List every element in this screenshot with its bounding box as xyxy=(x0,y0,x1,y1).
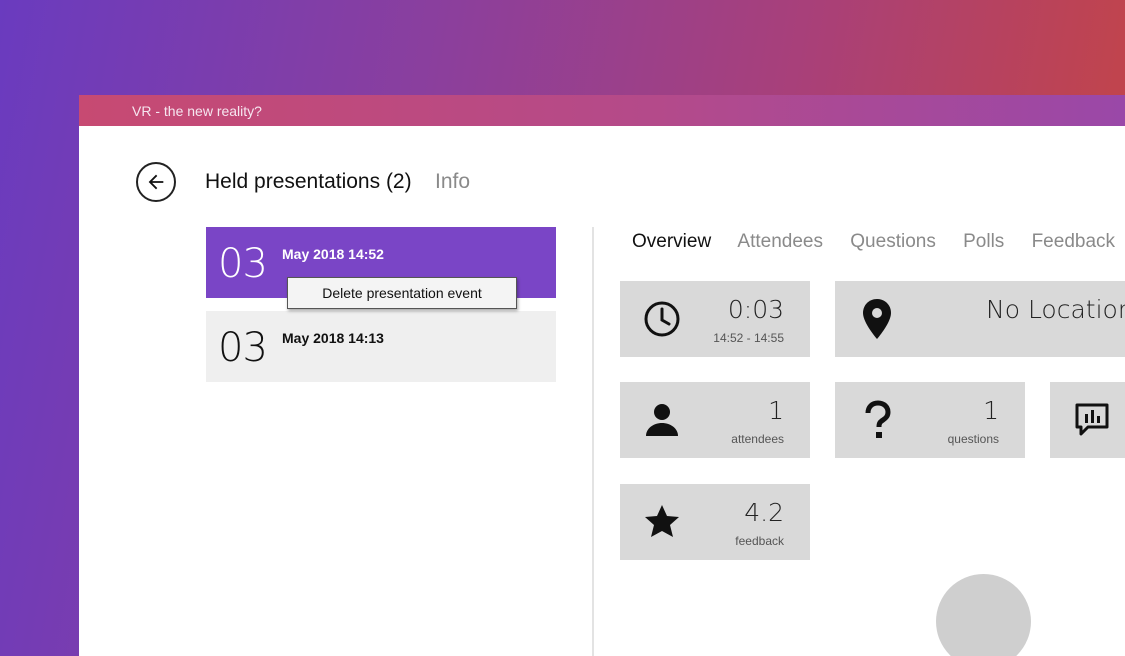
list-item[interactable]: 03 May 2018 14:13 xyxy=(206,311,556,382)
poll-chat-icon xyxy=(1075,403,1109,436)
attendees-tile[interactable]: 1 attendees xyxy=(620,382,810,458)
attendees-value: 1 xyxy=(768,396,784,425)
feedback-value: 4.2 xyxy=(744,498,784,527)
list-item-datetime: May 2018 14:13 xyxy=(282,330,384,346)
location-pin-icon xyxy=(863,299,891,339)
location-value: No Location set xyxy=(986,295,1125,324)
attendees-label: attendees xyxy=(731,432,784,446)
tab-polls[interactable]: Polls xyxy=(963,231,1004,252)
polls-tile[interactable] xyxy=(1050,382,1125,458)
tab-feedback[interactable]: Feedback xyxy=(1032,231,1115,252)
feedback-label: feedback xyxy=(735,534,784,548)
app-window: VR - the new reality? Held presentations… xyxy=(79,95,1125,656)
location-tile[interactable]: No Location set xyxy=(835,281,1125,357)
duration-value: 0:03 xyxy=(727,295,784,324)
context-menu-delete-presentation[interactable]: Delete presentation event xyxy=(287,277,517,309)
list-item-day: 03 xyxy=(218,325,268,371)
tab-overview[interactable]: Overview xyxy=(632,231,711,252)
list-item-datetime: May 2018 14:52 xyxy=(282,246,384,262)
duration-tile[interactable]: 0:03 14:52 - 14:55 xyxy=(620,281,810,357)
questions-label: questions xyxy=(947,432,999,446)
star-icon xyxy=(645,505,679,537)
title-bar: VR - the new reality? xyxy=(79,95,1125,126)
floating-action-circle[interactable] xyxy=(936,574,1031,656)
page-title: Held presentations (2) xyxy=(205,170,412,193)
tab-attendees[interactable]: Attendees xyxy=(737,231,823,252)
person-icon xyxy=(646,404,678,436)
detail-tabs: Overview Attendees Questions Polls Feedb… xyxy=(632,231,1125,253)
questions-tile[interactable]: 1 questions xyxy=(835,382,1025,458)
back-button[interactable] xyxy=(136,162,176,202)
list-item-day: 03 xyxy=(218,241,268,287)
clock-icon xyxy=(644,301,680,337)
questions-value: 1 xyxy=(983,396,999,425)
window-title: VR - the new reality? xyxy=(132,103,262,119)
question-icon xyxy=(865,400,891,438)
vertical-divider xyxy=(592,227,594,656)
duration-range: 14:52 - 14:55 xyxy=(713,331,784,345)
tab-info[interactable]: Info xyxy=(435,170,470,194)
feedback-tile[interactable]: 4.2 feedback xyxy=(620,484,810,560)
arrow-left-icon xyxy=(148,174,164,190)
tab-questions[interactable]: Questions xyxy=(850,231,936,252)
